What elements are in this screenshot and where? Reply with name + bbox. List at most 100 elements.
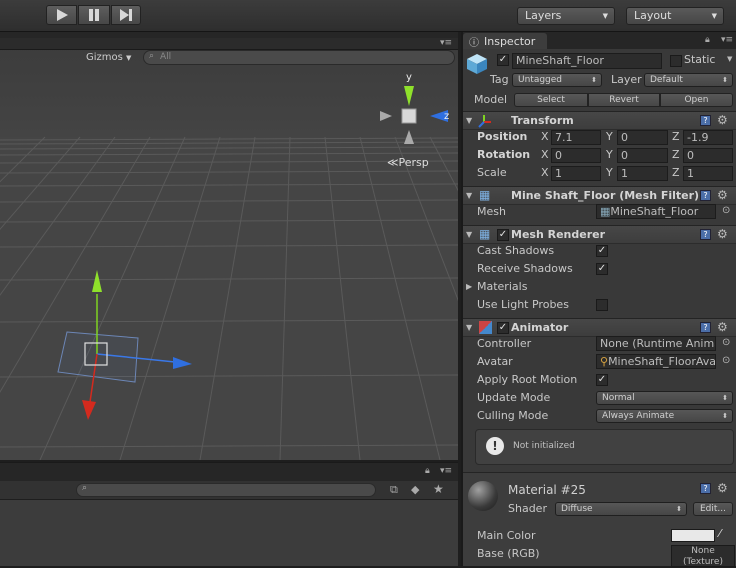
lock-icon[interactable]: 🔒︎ [425,466,430,476]
mesh-renderer-header[interactable]: ▼ ▦ ✓ Mesh Renderer ? ⚙ [463,225,736,244]
position-x-field[interactable]: 7.1 [551,130,601,145]
orientation-gizmo[interactable] [372,74,452,154]
not-initialized-notice: ! Not initialized [475,429,734,465]
tag-dropdown[interactable]: Untagged ⬍ [512,73,602,87]
help-icon[interactable]: ? [700,115,711,126]
chevron-down-icon: ▼ [711,12,717,20]
culling-mode-dropdown[interactable]: Always Animate ⬍ [596,409,733,423]
rotation-y-field[interactable]: 0 [617,148,668,163]
animator-enabled-checkbox[interactable]: ✓ [497,322,509,334]
panel-menu-icon[interactable]: ▾≡ [440,466,452,476]
z-label: Z [672,130,680,143]
gizmos-dropdown[interactable]: Gizmos ▼ [86,50,131,65]
update-mode-dropdown[interactable]: Normal ⬍ [596,391,733,405]
bottom-panel: 🔒︎ ▾≡ ⌕ ⧉ ◆ ★ [0,462,458,566]
tab-inspector[interactable]: ⓘ Inspector [463,33,547,49]
mesh-filter-icon: ▦ [479,188,491,202]
eyedropper-icon[interactable]: ⁄ [719,527,721,540]
layer-dropdown[interactable]: Default ⬍ [644,73,733,87]
mesh-filter-header[interactable]: ▼ ▦ Mine Shaft_Floor (Mesh Filter) ? ⚙ [463,186,736,205]
gear-icon[interactable]: ⚙ [717,481,728,495]
foldout-down-icon: ▼ [466,191,473,200]
play-button[interactable] [46,5,77,25]
mesh-object-field[interactable]: ▦MineShaft_Floor [596,204,716,219]
pause-icon [89,9,99,21]
object-picker-icon[interactable]: ⊙ [722,337,730,348]
help-icon[interactable]: ? [700,190,711,201]
base-texture-slot[interactable]: None (Texture) [671,545,735,567]
filter-type-icon[interactable]: ⧉ [390,483,398,497]
y-label: Y [606,148,613,161]
cast-shadows-checkbox[interactable]: ✓ [596,245,608,257]
scene-toolbar: ▾≡ Gizmos ▼ ⌕ All [0,32,458,65]
label-icon[interactable]: ◆ [411,483,419,496]
main-color-swatch[interactable] [671,529,715,542]
bottom-tab-strip [0,463,458,481]
scene-search-input[interactable]: ⌕ All [143,50,455,65]
pause-button[interactable] [78,5,110,25]
position-z-field[interactable]: -1.9 [683,130,733,145]
object-picker-icon[interactable]: ⊙ [722,355,730,366]
foldout-down-icon: ▼ [466,230,473,239]
lock-icon[interactable]: 🔒︎ [705,35,710,45]
texture-type-label: (Texture) [683,557,723,567]
mesh-label: Mesh [477,205,506,218]
rotation-x-field[interactable]: 0 [551,148,601,163]
texture-none-label: None [691,546,715,556]
help-icon[interactable]: ? [700,229,711,240]
position-label: Position [477,130,528,143]
foldout-down-icon: ▼ [466,116,473,125]
gear-icon[interactable]: ⚙ [717,227,728,241]
foldout-right-icon[interactable]: ▶ [466,282,472,291]
scale-x-field[interactable]: 1 [551,166,601,181]
bottom-search-input[interactable]: ⌕ [76,483,376,497]
help-icon[interactable]: ? [700,322,711,333]
edit-shader-button[interactable]: Edit... [693,502,733,516]
rotation-z-field[interactable]: 0 [683,148,733,163]
avatar-object-field[interactable]: ⚲MineShaft_FloorAva [596,354,716,369]
x-label: X [541,130,549,143]
model-revert-button[interactable]: Revert [588,93,660,107]
gear-icon[interactable]: ⚙ [717,188,728,202]
panel-menu-icon[interactable]: ▾≡ [440,38,452,48]
scale-z-field[interactable]: 1 [683,166,733,181]
gear-icon[interactable]: ⚙ [717,113,728,127]
favorite-star-icon[interactable]: ★ [433,482,444,496]
x-label: X [541,166,549,179]
animator-header[interactable]: ▼ ✓ Animator ? ⚙ [463,318,736,337]
avatar-label: Avatar [477,355,513,368]
layers-dropdown[interactable]: Layers ▼ [517,7,615,25]
scene-view[interactable]: y z ≪Persp [0,32,458,460]
scale-y-field[interactable]: 1 [617,166,668,181]
shader-dropdown[interactable]: Diffuse ⬍ [555,502,687,516]
info-icon: ! [486,437,504,455]
material-title: Material #25 [508,483,586,497]
apply-root-motion-label: Apply Root Motion [477,373,578,386]
model-open-button[interactable]: Open [660,93,733,107]
object-name-input[interactable]: MineShaft_Floor [512,53,662,69]
receive-shadows-checkbox[interactable]: ✓ [596,263,608,275]
layout-dropdown[interactable]: Layout ▼ [626,7,724,25]
static-checkbox[interactable] [670,55,682,67]
materials-label[interactable]: Materials [477,280,527,293]
controller-object-field[interactable]: None (Runtime Anima [596,336,716,351]
scale-label: Scale [477,166,507,179]
active-checkbox[interactable]: ✓ [497,54,509,66]
chevron-down-icon[interactable]: ▼ [727,55,732,63]
step-button[interactable] [111,5,141,25]
help-icon[interactable]: ? [700,483,711,494]
cast-shadows-label: Cast Shadows [477,244,555,257]
mesh-renderer-enabled-checkbox[interactable]: ✓ [497,229,509,241]
apply-root-motion-checkbox[interactable]: ✓ [596,374,608,386]
position-y-field[interactable]: 0 [617,130,668,145]
y-label: Y [606,166,613,179]
use-light-probes-checkbox[interactable] [596,299,608,311]
step-icon [120,9,132,21]
inspector-tab-strip: ⓘ Inspector 🔒︎ ▾≡ [463,32,736,49]
transform-header[interactable]: ▼ Transform ? ⚙ [463,111,736,130]
panel-menu-icon[interactable]: ▾≡ [721,35,733,45]
gear-icon[interactable]: ⚙ [717,320,728,334]
persp-label[interactable]: ≪Persp [387,156,429,169]
model-select-button[interactable]: Select [514,93,588,107]
object-picker-icon[interactable]: ⊙ [722,205,730,216]
